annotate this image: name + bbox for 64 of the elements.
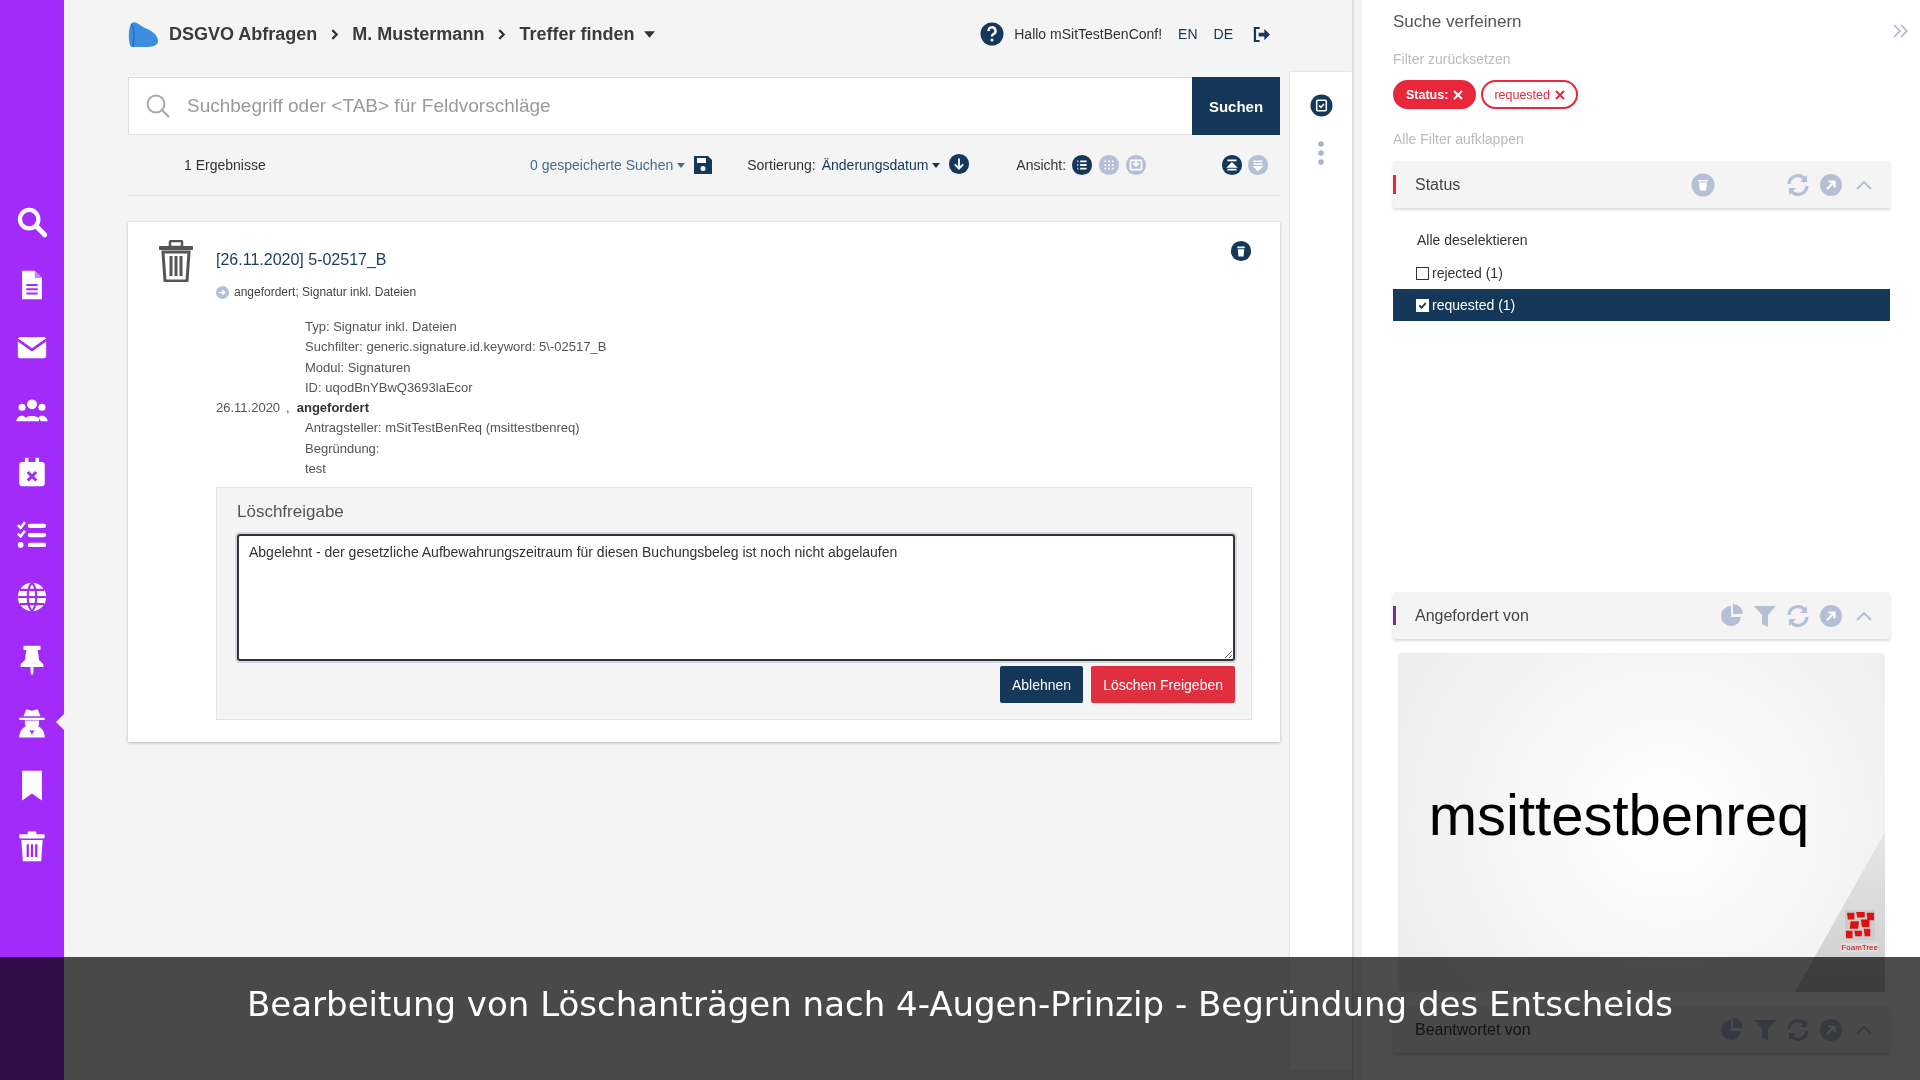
expand-icon[interactable]: [1221, 154, 1244, 176]
filter-chip[interactable]: Status:: [1393, 80, 1477, 109]
detail-line: Suchfilter: generic.signature.id.keyword: 5\-02517_B: [305, 338, 608, 357]
foamtree-logo-icon: [1845, 910, 1875, 940]
detail-line: Typ: Signatur inkl. Dateien: [305, 318, 458, 336]
request-line: Antragsteller: mSitTestBenReq (msittestbenreq): [305, 419, 581, 438]
logo-icon: [128, 20, 160, 48]
caption-text: Bearbeitung von Löschanträgen nach 4-Augen-Prinzip - Begründung des Entscheids: [247, 986, 1673, 1021]
list-view-icon[interactable]: [1071, 154, 1094, 176]
reason-field[interactable]: Abgelehnt - der gesetzliche Aufbewahrungszeitraum für diesen Buchungsbeleg ist noch nicht abgelaufen: [237, 534, 1235, 662]
search-input[interactable]: Suchbegriff oder <TAB> für Feldvorschläge: [185, 94, 1192, 118]
caret-icon[interactable]: [932, 162, 941, 168]
language-link[interactable]: DE: [1213, 26, 1233, 42]
detail-line: ID: uqodBnYBwQ3693laEcor: [305, 378, 474, 397]
caret-icon[interactable]: [677, 162, 686, 168]
globe-icon: [15, 580, 49, 615]
breadcrumb-link[interactable]: DSGVO Abfragen: [169, 23, 318, 45]
saved-searches-link[interactable]: 0 gespeicherte Suchen: [530, 157, 674, 173]
panel-title: Suche verfeinern: [1393, 12, 1523, 32]
chevron-icon: [329, 28, 341, 40]
result-count: 1 Ergebnisse: [184, 157, 267, 173]
request-line: Begründung:: [305, 439, 381, 458]
reject-button[interactable]: Ablehnen: [999, 666, 1084, 704]
search-icon: [145, 93, 171, 119]
filter-group-title: Status: [1415, 175, 1462, 194]
search-icon: [15, 205, 49, 240]
help-icon[interactable]: [980, 22, 1005, 46]
filter-option[interactable]: requested (1): [1393, 289, 1890, 321]
save-icon[interactable]: [693, 155, 714, 175]
approve-button[interactable]: Löschen Freigeben: [1091, 666, 1235, 704]
sort-dropdown[interactable]: Änderungsdatum: [821, 157, 929, 173]
sort-direction-icon[interactable]: [948, 152, 971, 175]
arrow-right-icon: [216, 285, 229, 299]
separator-text: ,: [286, 399, 290, 418]
detail-line: Modul: Signaturen: [305, 358, 412, 377]
filter-group-title: Angefordert von: [1415, 606, 1530, 625]
sort-label: Sortierung:: [747, 157, 816, 173]
clipboard-icon[interactable]: [1309, 94, 1333, 117]
logout-icon[interactable]: [1253, 26, 1270, 42]
date-text: 26.11.2020: [216, 399, 281, 418]
deselect-all-link[interactable]: Alle deselektieren: [1417, 232, 1890, 248]
checkbox[interactable]: [1416, 266, 1429, 280]
cloud-word[interactable]: msittestbenreq: [1428, 781, 1810, 848]
search-field[interactable]: Suchbegriff oder <TAB> für Feldvorschläge: [128, 77, 1192, 135]
delete-icon[interactable]: [1230, 240, 1252, 262]
breadcrumb-link[interactable]: Treffer finden: [519, 23, 635, 45]
logo-text: FoamTree: [1841, 943, 1878, 952]
language-link[interactable]: EN: [1178, 26, 1198, 42]
result-title-link[interactable]: [26.11.2020] 5-02517_B: [216, 251, 387, 269]
filter-chip[interactable]: requested: [1481, 80, 1578, 109]
status-text: angefordert: [296, 399, 369, 418]
search-button[interactable]: Suchen: [1192, 77, 1280, 135]
request-line: test: [305, 460, 327, 479]
caret-icon[interactable]: [644, 30, 656, 38]
trash-icon: [158, 240, 194, 282]
filter-option[interactable]: rejected (1): [1393, 257, 1890, 289]
result-summary: angefordert; Signatur inkl. Dateien: [234, 285, 417, 299]
active-pointer: [56, 714, 64, 731]
view-label: Ansicht:: [1016, 157, 1067, 173]
greeting-text: Hallo mSitTestBenConf!: [1014, 26, 1163, 42]
chevron-icon: [496, 28, 508, 40]
release-title: Löschfreigabe: [237, 502, 345, 523]
breadcrumb-link[interactable]: M. Mustermann: [352, 23, 485, 45]
remove-icon[interactable]: [1555, 89, 1565, 100]
